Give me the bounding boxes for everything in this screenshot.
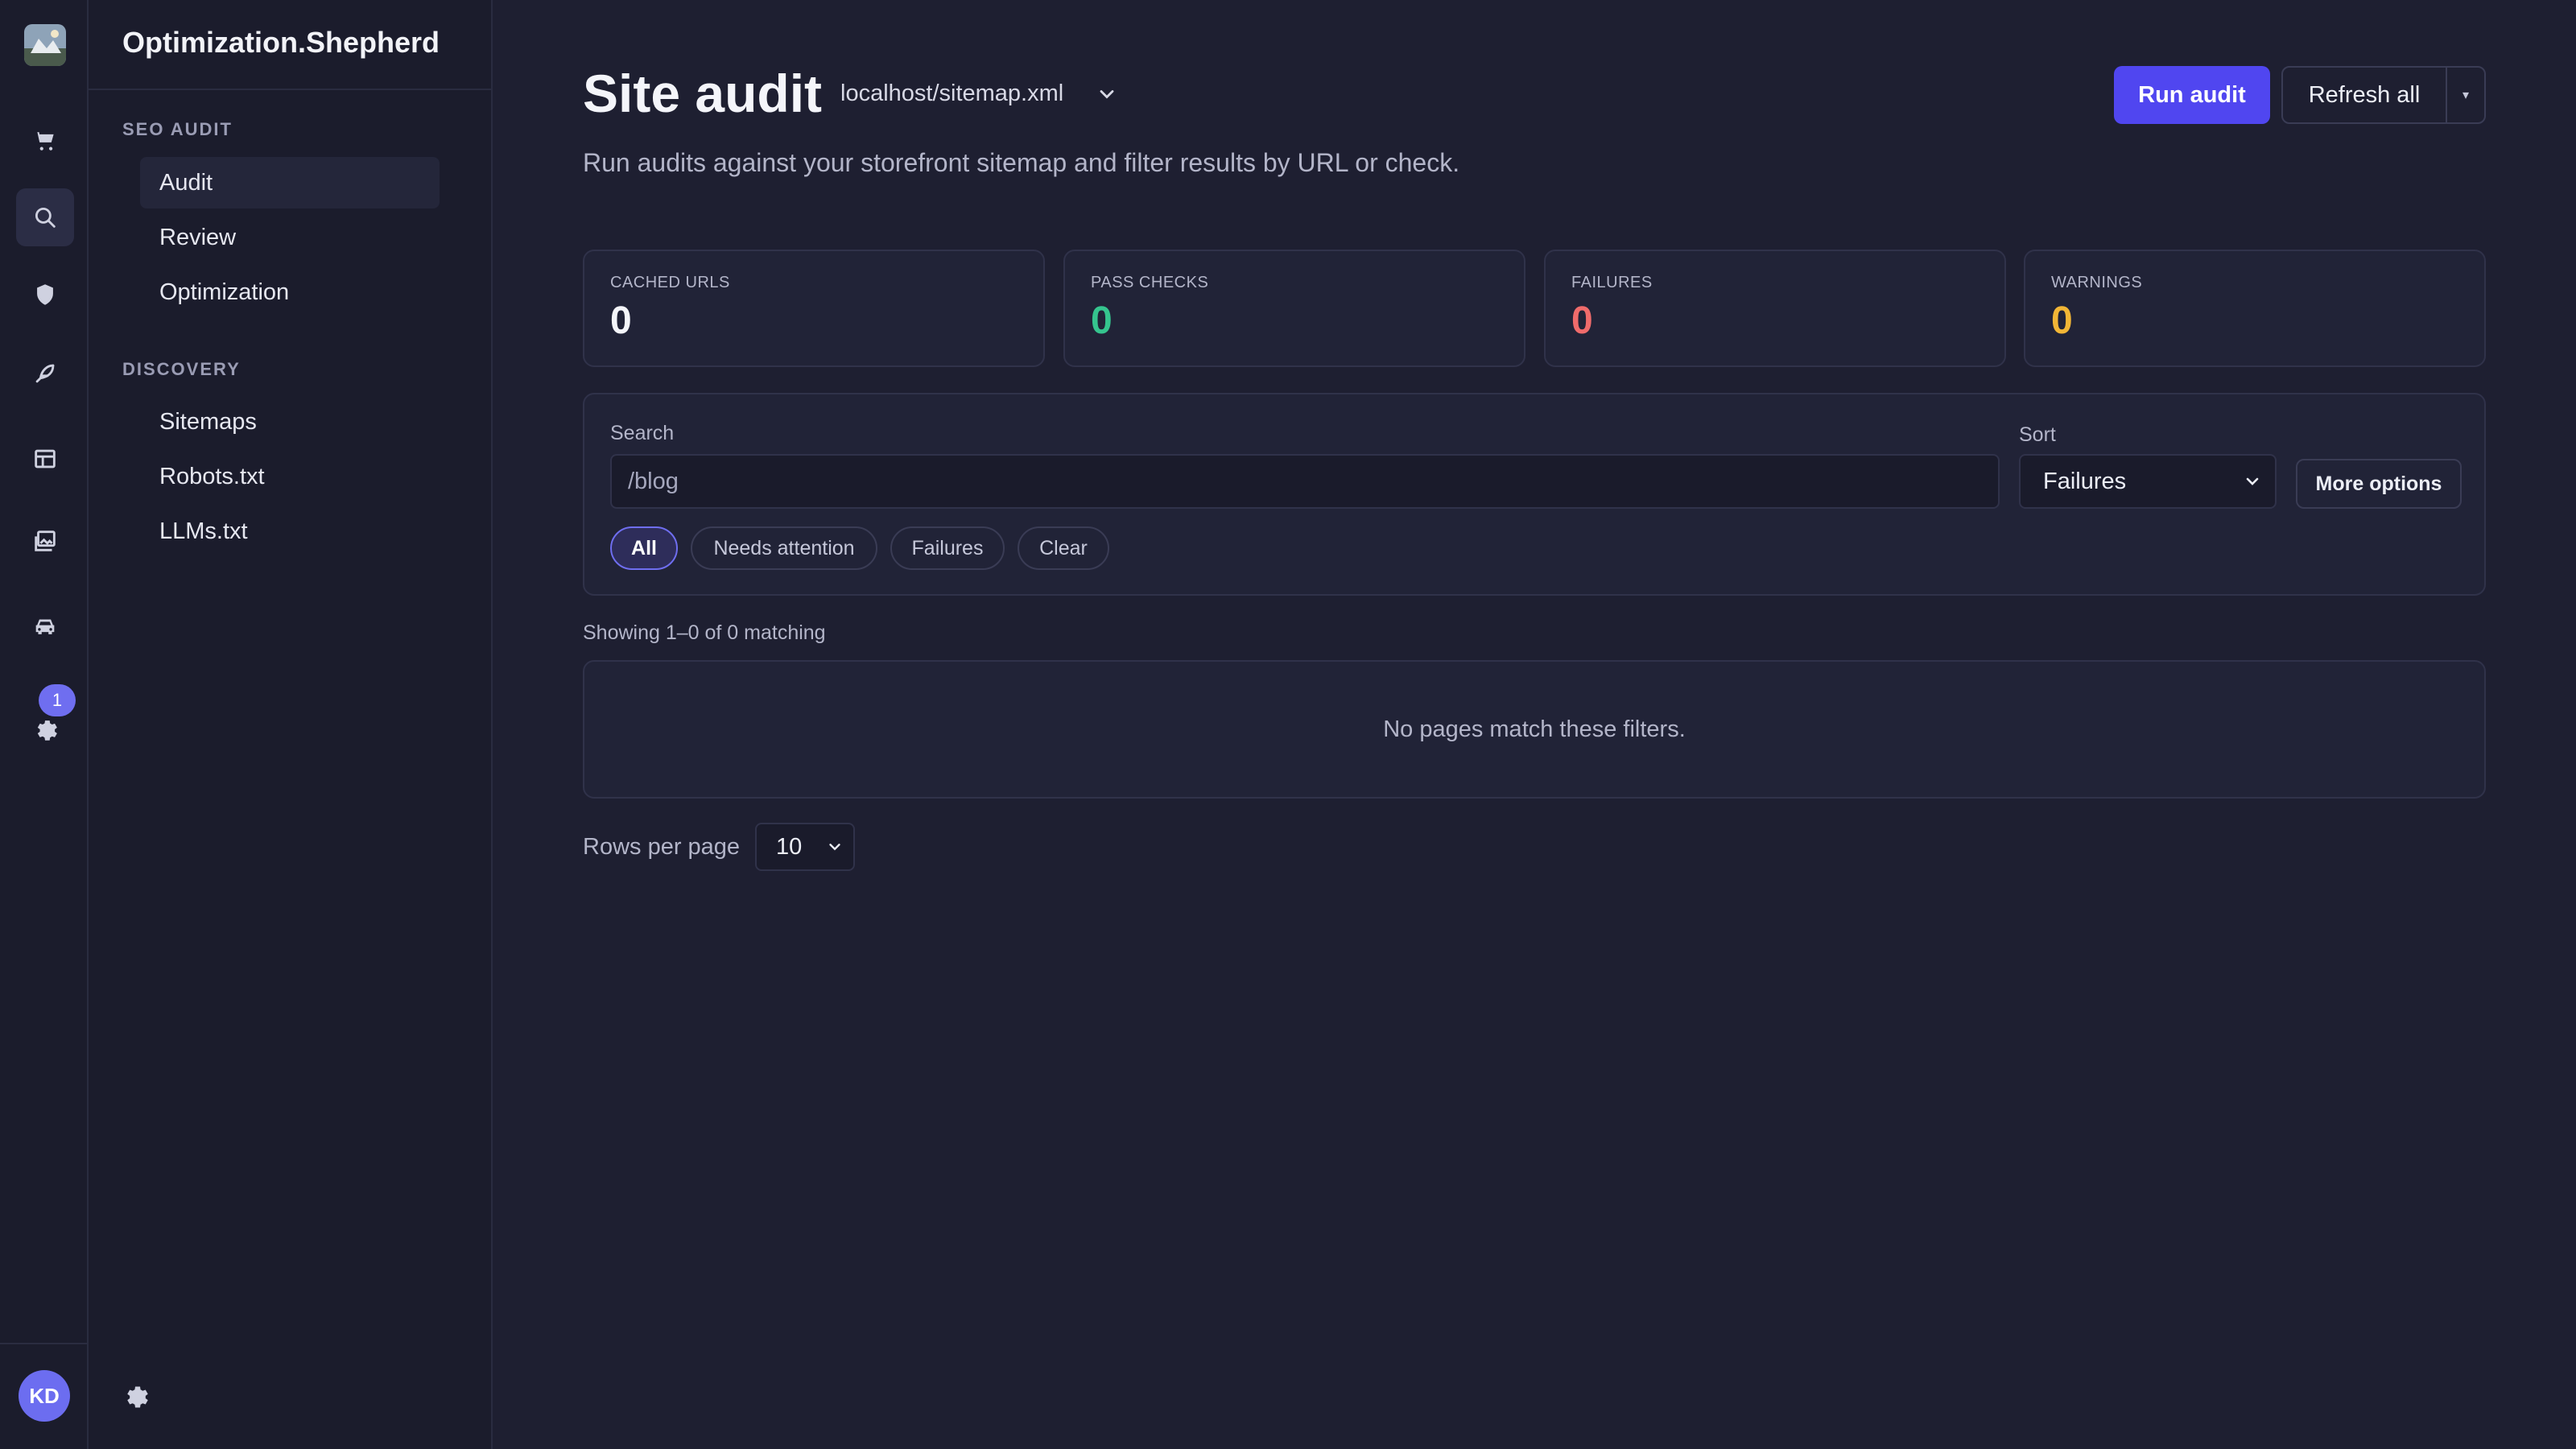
filter-chip-failures[interactable]: Failures — [890, 526, 1005, 570]
brand-divider — [89, 89, 491, 90]
filter-card: Search Sort Failures More options All Ne… — [583, 393, 2486, 596]
nav-item-optimization[interactable]: Optimization — [140, 266, 440, 318]
page-subtitle: Run audits against your storefront sitem… — [583, 148, 1460, 177]
shield-icon[interactable] — [16, 266, 74, 324]
nav-sidebar: Optimization.Shepherd SEO AUDIT Audit Re… — [89, 0, 493, 1449]
rows-per-page-value: 10 — [776, 833, 803, 860]
nav-item-audit[interactable]: Audit — [140, 157, 440, 208]
filter-chip-needs-attention[interactable]: Needs attention — [691, 526, 877, 570]
stat-card-failures: FAILURES 0 — [1544, 250, 2006, 367]
rows-per-page-select[interactable]: 10 — [755, 823, 855, 871]
images-icon[interactable] — [16, 512, 74, 570]
chevron-down-icon — [1100, 89, 1114, 98]
search-label: Search — [610, 422, 675, 444]
refresh-menu-caret-icon[interactable]: ▾ — [2447, 68, 2484, 122]
chevron-down-icon — [829, 844, 840, 851]
refresh-split-button: Refresh all ▾ — [2281, 66, 2486, 124]
filter-chip-all[interactable]: All — [610, 526, 678, 570]
results-count: Showing 1–0 of 0 matching — [583, 621, 826, 644]
layout-icon[interactable] — [16, 430, 74, 488]
nav-item-review[interactable]: Review — [140, 212, 440, 263]
store-cart-icon[interactable] — [16, 111, 74, 169]
app-logo-icon[interactable] — [24, 24, 66, 66]
stat-label: PASS CHECKS — [1091, 274, 1209, 291]
stat-label: FAILURES — [1571, 274, 1653, 291]
sort-select-value: Failures — [2043, 468, 2127, 494]
user-avatar[interactable]: KD — [19, 1370, 70, 1422]
search-input[interactable] — [610, 454, 2000, 509]
stat-value: 0 — [1571, 299, 1593, 342]
stat-card-cached-urls: CACHED URLS 0 — [583, 250, 1045, 367]
stat-card-warnings: WARNINGS 0 — [2024, 250, 2486, 367]
stat-value: 0 — [2051, 299, 2073, 342]
search-icon[interactable] — [16, 188, 74, 246]
brand-name: Optimization.Shepherd — [122, 26, 440, 59]
chevron-down-icon — [2246, 477, 2259, 485]
feather-pen-icon[interactable] — [16, 345, 74, 402]
sort-select[interactable]: Failures — [2019, 454, 2277, 509]
page-title: Site audit — [583, 64, 823, 123]
nav-item-sitemaps[interactable]: Sitemaps — [140, 396, 440, 448]
empty-results-message: No pages match these filters. — [1383, 716, 1686, 742]
stat-value: 0 — [1091, 299, 1113, 342]
nav-item-llms[interactable]: LLMs.txt — [140, 506, 440, 557]
sort-label: Sort — [2019, 423, 2056, 446]
rows-per-page-label: Rows per page — [583, 834, 741, 860]
nav-section-seo-audit: SEO AUDIT — [122, 119, 233, 139]
stat-label: CACHED URLS — [610, 274, 730, 291]
sidebar-settings-icon[interactable] — [121, 1381, 150, 1410]
sitemap-select[interactable]: localhost/sitemap.xml — [840, 80, 1118, 107]
stat-value: 0 — [610, 299, 632, 342]
main-content: Site audit localhost/sitemap.xml Run aud… — [493, 0, 2576, 1449]
rail-divider — [0, 1343, 89, 1344]
notification-badge: 1 — [39, 684, 76, 716]
refresh-all-button[interactable]: Refresh all — [2283, 68, 2447, 122]
run-audit-button[interactable]: Run audit — [2114, 66, 2270, 124]
stat-card-pass-checks: PASS CHECKS 0 — [1063, 250, 1525, 367]
nav-item-robots[interactable]: Robots.txt — [140, 451, 440, 502]
icon-rail: 1 KD — [0, 0, 89, 1449]
car-icon[interactable] — [16, 597, 74, 655]
more-options-button[interactable]: More options — [2296, 459, 2462, 509]
nav-section-discovery: DISCOVERY — [122, 359, 241, 379]
filter-chip-clear[interactable]: Clear — [1018, 526, 1109, 570]
sitemap-select-value: localhost/sitemap.xml — [840, 80, 1064, 106]
empty-results: No pages match these filters. — [583, 660, 2486, 799]
stat-label: WARNINGS — [2051, 274, 2143, 291]
